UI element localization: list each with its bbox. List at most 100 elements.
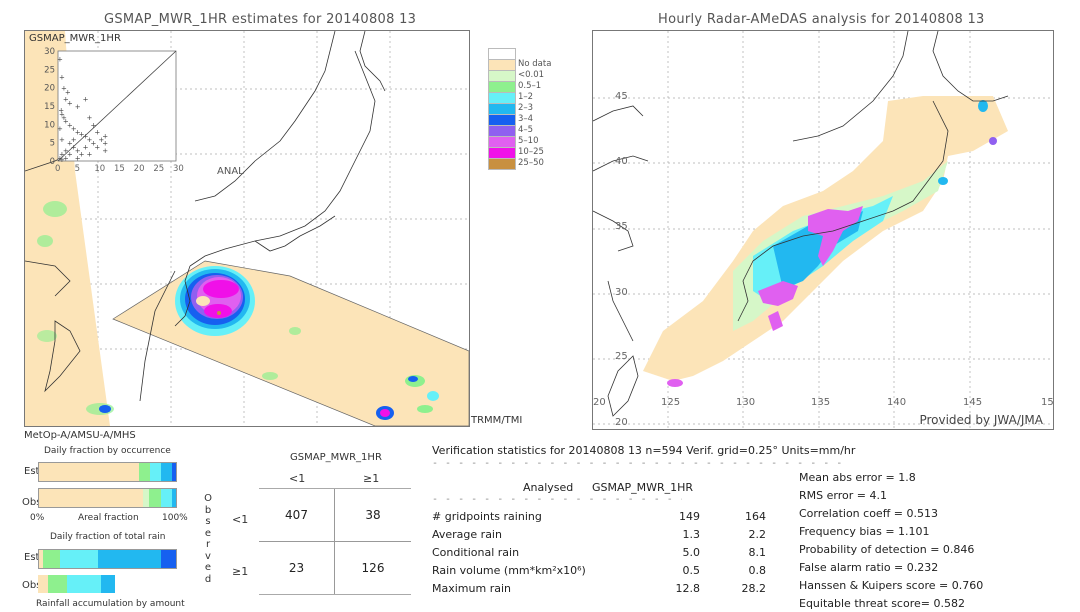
scatter-point: +: [102, 140, 108, 148]
bar-segment: [66, 575, 101, 593]
contingency-col-ge1: ≥1: [363, 472, 380, 485]
observed-letter: O: [204, 493, 212, 504]
scatter-x-tick: 5: [74, 164, 81, 174]
verification-header: Verification statistics for 20140808 13 …: [432, 444, 856, 457]
bar-segment: [43, 550, 60, 568]
cell-obs-lt1-est-lt1: 407: [285, 508, 308, 522]
stat-label: Average rain: [432, 528, 502, 541]
observed-side-label: Observed: [202, 493, 214, 585]
bar-segment: [38, 575, 48, 593]
observed-letter: e: [204, 562, 212, 573]
stat-analysed-value: 149: [679, 510, 700, 523]
stat-label: Rain volume (mm*km²x10⁶): [432, 564, 586, 577]
stat-analysed-value: 5.0: [682, 546, 701, 559]
stat-gsmap-value: 8.1: [748, 546, 767, 559]
bar-segment: [171, 489, 176, 507]
legend-label: 10–25: [518, 147, 544, 157]
inset-title: GSMAP_MWR_1HR: [29, 33, 121, 44]
legend-swatch: [488, 158, 516, 170]
left-map-title: GSMAP_MWR_1HR estimates for 20140808 13: [104, 12, 417, 27]
swath-trmm: [112, 260, 469, 426]
score-line: Equitable threat score= 0.582: [799, 597, 965, 610]
stat-analysed-value: 12.8: [675, 582, 701, 595]
bar-segment: [59, 550, 98, 568]
lat-tick: 25: [615, 351, 628, 362]
cell-obs-lt1-est-ge1: 38: [365, 508, 381, 522]
observed-letter: e: [204, 527, 212, 539]
legend-label: 4–5: [518, 125, 534, 135]
sensor-label-metop: MetOp-A/AMSU-A/MHS: [24, 430, 136, 441]
lon-tick: 130: [736, 397, 756, 408]
column-divider: - - - - - - - - - - - - - - - - - - - - …: [432, 494, 682, 505]
lat-tick: 35: [615, 221, 628, 232]
scatter-point: +: [94, 143, 100, 151]
scatter-point: +: [57, 125, 63, 133]
score-line: Hanssen & Kuipers score = 0.760: [799, 579, 984, 592]
bar-segment: [149, 463, 161, 481]
lon-tick: 145: [963, 397, 983, 408]
legend-label: 1–2: [518, 92, 534, 102]
stat-analysed-value: 1.3: [682, 528, 701, 541]
scatter-point: +: [94, 129, 100, 137]
scatter-point: +: [75, 154, 81, 162]
scatter-x-tick: 25: [153, 164, 165, 174]
legend-label: <0.01: [518, 70, 545, 80]
contingency-row-lt1: <1: [232, 513, 249, 526]
scatter-y-tick: 5: [50, 139, 55, 149]
scatter-point: +: [59, 74, 65, 82]
sensor-label-trmm: TRMM/TMI: [471, 415, 523, 426]
observed-letter: b: [204, 504, 212, 516]
score-line: Probability of detection = 0.846: [799, 543, 975, 556]
bar-segment: [101, 575, 115, 593]
scatter-x-tick: 15: [114, 164, 125, 174]
scatter-point: +: [67, 151, 73, 159]
score-line: Mean abs error = 1.8: [799, 471, 916, 484]
scatter-y-tick: 10: [44, 120, 55, 130]
scatter-x-label: ANAL: [217, 166, 244, 177]
legend-label: 5–10: [518, 136, 539, 146]
score-line: Frequency bias = 1.101: [799, 525, 930, 538]
stat-gsmap-value: 2.2: [748, 528, 767, 541]
gsmap-estimate-map: GSMAP_MWR_1HR + + + + + + + + + + + + + + + + + + + + + + + + + +…: [24, 30, 470, 427]
bar-segment: [39, 463, 139, 481]
occurrence-obs-bar: [38, 488, 177, 508]
scatter-x-tick: 0: [55, 164, 61, 174]
scatter-point: +: [75, 103, 81, 111]
occurrence-axis-mid: Areal fraction: [78, 513, 139, 523]
bar-segment: [47, 575, 67, 593]
observed-letter: s: [205, 516, 211, 527]
contingency-row-ge1: ≥1: [232, 565, 249, 578]
data-credit: Provided by JWA/JMA: [919, 413, 1043, 427]
score-line: False alarm ratio = 0.232: [799, 561, 939, 574]
scatter-point: +: [83, 96, 89, 104]
scatter-y-tick: 15: [44, 102, 55, 112]
precip-legend: No data <0.01 0.5–1 1–2 2–3 3–4 4–5 5–10 10–25 25…: [488, 48, 558, 208]
stat-label: # gridpoints raining: [432, 510, 542, 523]
legend-label: 2–3: [518, 103, 534, 113]
scatter-x-ticks: 0 5 10 15 20 25 30: [53, 164, 193, 176]
legend-label: 3–4: [518, 114, 534, 124]
stat-label: Maximum rain: [432, 582, 511, 595]
stat-gsmap-value: 28.2: [741, 582, 767, 595]
bar-segment: [148, 489, 161, 507]
score-line: RMS error = 4.1: [799, 489, 887, 502]
stat-gsmap-value: 164: [745, 510, 766, 523]
scatter-point: +: [87, 151, 93, 159]
bar-segment: [97, 550, 161, 568]
header-divider: - - - - - - - - - - - - - - - - - - - - …: [432, 458, 847, 469]
radar-map-svg: [593, 31, 1053, 429]
scatter-x-tick: 30: [173, 164, 184, 174]
occurrence-title: Daily fraction by occurrence: [44, 446, 171, 456]
scatter-point: +: [59, 136, 65, 144]
scatter-point: +: [58, 107, 64, 115]
total-rain-axis-label: Rainfall accumulation by amount: [36, 599, 185, 609]
lon-tick: 15: [1041, 397, 1054, 408]
bar-segment: [160, 550, 176, 568]
scatter-y-ticks: 051015202530: [44, 47, 55, 167]
scatter-point: +: [67, 99, 73, 107]
radar-amedas-map: 45 40 35 30 25 20 20 125 130 135 140 145 15 Provide…: [592, 30, 1054, 430]
observed-letter: v: [205, 550, 211, 562]
col-gsmap: GSMAP_MWR_1HR: [592, 481, 694, 494]
occurrence-axis-right: 100%: [162, 513, 188, 523]
scatter-point: +: [71, 136, 77, 144]
